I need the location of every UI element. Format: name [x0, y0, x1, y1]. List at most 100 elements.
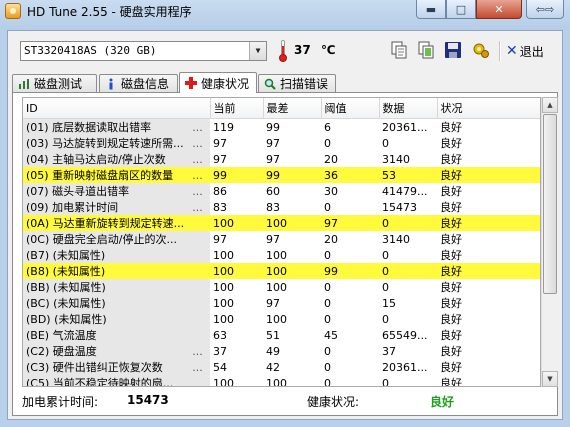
cell-current: 100 — [213, 312, 234, 326]
exit-button[interactable]: ✕ 退出 — [506, 41, 544, 61]
scroll-down-icon[interactable]: ▼ — [542, 371, 558, 387]
cell-threshold: 0 — [324, 296, 331, 310]
chart-icon — [19, 78, 29, 89]
scrollbar-thumb[interactable] — [543, 114, 557, 294]
maximize-button[interactable]: □ — [446, 0, 476, 19]
red-cross-icon — [185, 77, 197, 89]
cell-data: 0 — [382, 136, 389, 150]
cell-id: (05) 重新映射磁盘扇区的数量 — [23, 167, 185, 183]
cell-status: 良好 — [440, 360, 462, 374]
cell-threshold: 0 — [324, 376, 331, 387]
cell-data: 37 — [382, 344, 396, 358]
thermometer-icon — [277, 40, 289, 62]
arrows-icon: ⇦⇨ — [535, 2, 555, 16]
table-row[interactable]: (BC) (未知属性) 100 97 0 15 良好 — [23, 295, 540, 311]
cell-id: (BB) (未知属性) — [23, 279, 185, 295]
table-row[interactable]: (C5) 当前不稳定待映射的扇... 100 100 0 0 良好 — [23, 375, 540, 387]
temperature-value: 37 — [294, 43, 311, 57]
smart-table[interactable]: ID 当前 最差 阈值 数据 状况 (01) 底层数据读取出错率... 119 99… — [22, 97, 541, 387]
table-row[interactable]: (BB) (未知属性) 100 100 0 0 良好 — [23, 279, 540, 295]
column-header-threshold[interactable]: 阈值 — [321, 98, 380, 119]
column-header-current[interactable]: 当前 — [210, 98, 264, 119]
cell-status: 良好 — [437, 263, 540, 279]
table-row[interactable]: (B7) (未知属性) 100 100 0 0 良好 — [23, 247, 540, 263]
cell-id: (01) 底层数据读取出错率 — [23, 118, 185, 135]
cell-dots — [185, 279, 210, 295]
restore-button[interactable]: ⇦⇨ — [526, 0, 564, 19]
tab-benchmark[interactable]: 磁盘测试 — [12, 74, 97, 92]
minimize-button[interactable]: ▬ — [416, 0, 446, 19]
column-header-worst[interactable]: 最差 — [263, 98, 322, 119]
cell-data: 41479... — [382, 184, 428, 198]
cell-data: 0 — [382, 312, 389, 326]
cell-id: (C3) 硬件出错纠正恢复次数 — [23, 359, 185, 375]
copy-screenshot-icon[interactable] — [416, 40, 436, 60]
cell-status: 良好 — [440, 280, 462, 294]
cell-id: (C2) 硬盘温度 — [23, 343, 185, 359]
chevron-down-icon[interactable]: ▼ — [249, 42, 266, 60]
toolbar: ST3320418AS (320 GB) ▼ 37 ℃ ✕ 退出 — [8, 31, 562, 71]
tab-info[interactable]: 磁盘信息 — [99, 74, 178, 92]
table-row[interactable]: (09) 加电累计时间... 83 83 0 15473 良好 — [23, 199, 540, 215]
cell-status: 良好 — [440, 136, 462, 150]
cell-data: 3140 — [382, 232, 410, 246]
column-header-status[interactable]: 状况 — [437, 98, 540, 119]
table-row[interactable]: (BD) (未知属性) 100 100 0 0 良好 — [23, 311, 540, 327]
table-row[interactable]: (01) 底层数据读取出错率... 119 99 6 20361... 良好 — [23, 118, 540, 135]
cell-id: (07) 磁头寻道出错率 — [23, 183, 185, 199]
cell-dots: ... — [185, 359, 210, 375]
cell-threshold: 0 — [324, 136, 331, 150]
table-row[interactable]: (C2) 硬盘温度... 37 49 0 37 良好 — [23, 343, 540, 359]
cell-current: 83 — [213, 200, 227, 214]
status-bar: 加电累计时间: 15473 健康状况: 良好 — [22, 389, 550, 411]
vertical-scrollbar[interactable]: ▲ ▼ — [541, 97, 558, 387]
table-row[interactable]: (0C) 硬盘完全启动/停止的次... 97 97 20 3140 良好 — [23, 231, 540, 247]
info-icon — [109, 78, 113, 89]
table-row[interactable]: (BE) 气流温度 63 51 45 65549... 良好 — [23, 327, 540, 343]
tab-health-label: 健康状况 — [201, 76, 250, 91]
tab-error-scan[interactable]: 扫描错误 — [258, 74, 336, 92]
cell-id: (BC) (未知属性) — [23, 295, 185, 311]
cell-dots — [185, 311, 210, 327]
cell-data: 0 — [382, 280, 389, 294]
copy-text-icon[interactable] — [389, 40, 409, 60]
cell-current: 86 — [213, 184, 227, 198]
close-button[interactable]: ✕ — [476, 0, 522, 19]
table-row[interactable]: (B8) (未知属性) 100 100 99 0 良好 — [23, 263, 540, 279]
table-row[interactable]: (0A) 马达重新旋转到规定转速... 100 100 97 0 良好 — [23, 215, 540, 231]
cell-worst: 100 — [263, 215, 321, 231]
tab-health[interactable]: 健康状况 — [179, 72, 257, 93]
cell-threshold: 99 — [321, 263, 379, 279]
cell-threshold: 30 — [324, 184, 338, 198]
table-row[interactable]: (C3) 硬件出错纠正恢复次数... 54 42 0 20361... 良好 — [23, 359, 540, 375]
table-row[interactable]: (07) 磁头寻道出错率... 86 60 30 41479... 良好 — [23, 183, 540, 199]
cell-current: 100 — [213, 248, 234, 262]
column-header-id[interactable]: ID — [23, 98, 211, 119]
save-icon[interactable] — [443, 40, 463, 60]
cell-threshold: 6 — [324, 120, 331, 134]
column-header-data[interactable]: 数据 — [379, 98, 438, 119]
tab-info-label: 磁盘信息 — [121, 77, 170, 91]
title-bar: HD Tune 2.55 - 硬盘实用程序 ▬ □ ✕ ⇦⇨ — [0, 0, 570, 22]
cell-current: 97 — [213, 136, 227, 150]
cell-data: 53 — [379, 167, 437, 183]
cell-dots: ... — [185, 151, 210, 167]
table-header-row: ID 当前 最差 阈值 数据 状况 — [23, 98, 540, 119]
cell-id: (03) 马达旋转到规定转速所需... — [23, 135, 185, 151]
table-row[interactable]: (05) 重新映射磁盘扇区的数量... 99 99 36 53 良好 — [23, 167, 540, 183]
drive-select[interactable]: ST3320418AS (320 GB) ▼ — [20, 41, 267, 61]
cell-worst: 51 — [266, 328, 280, 342]
client-area: ST3320418AS (320 GB) ▼ 37 ℃ ✕ 退出 磁盘测试 磁盘… — [7, 30, 563, 420]
cell-current: 100 — [210, 263, 263, 279]
cell-threshold: 20 — [324, 232, 338, 246]
cell-threshold: 0 — [324, 360, 331, 374]
scroll-up-icon[interactable]: ▲ — [542, 97, 558, 113]
cell-worst: 100 — [266, 312, 287, 326]
cell-data: 20361... — [382, 120, 428, 134]
cell-status: 良好 — [440, 184, 462, 198]
cell-current: 37 — [213, 344, 227, 358]
cell-threshold: 0 — [324, 344, 331, 358]
options-icon[interactable] — [471, 40, 491, 60]
table-row[interactable]: (03) 马达旋转到规定转速所需...... 97 97 0 0 良好 — [23, 135, 540, 151]
table-row[interactable]: (04) 主轴马达启动/停止次数... 97 97 20 3140 良好 — [23, 151, 540, 167]
